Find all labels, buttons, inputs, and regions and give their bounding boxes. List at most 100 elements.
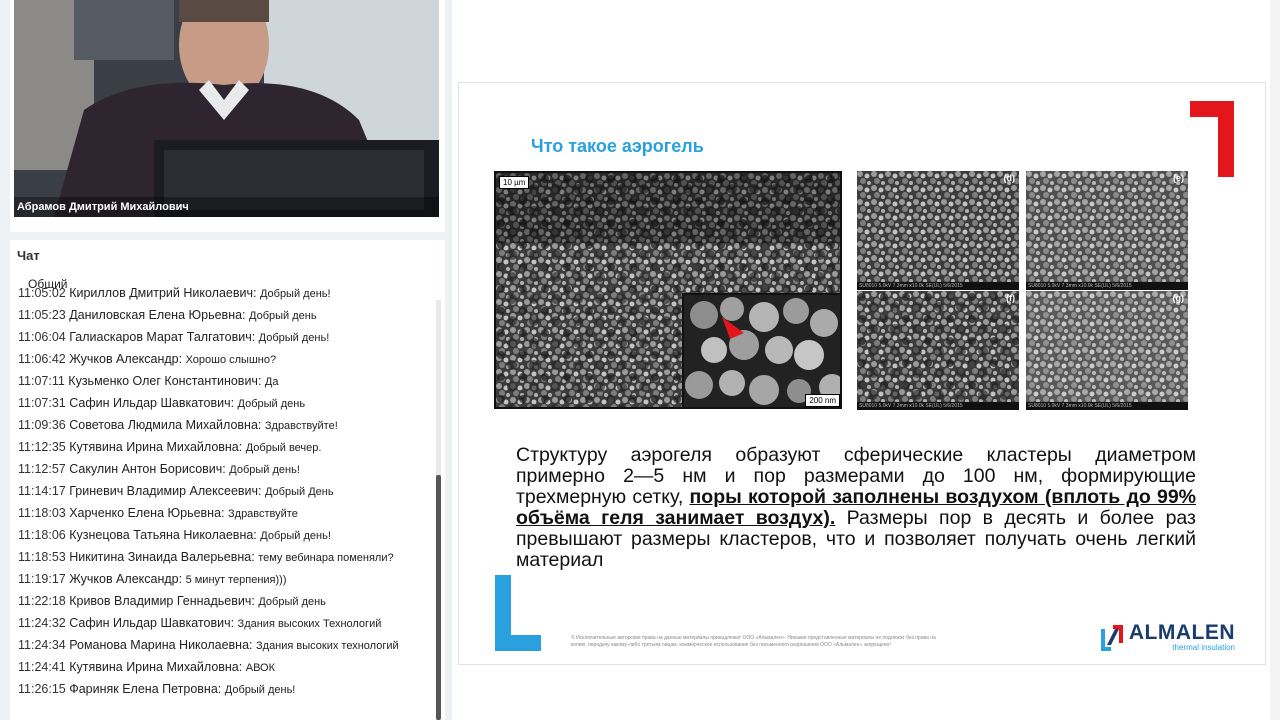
chat-message-author: Советова Людмила Михайловна:	[69, 418, 262, 432]
chat-message-time: 11:07:31	[18, 396, 66, 410]
chat-message-author: Сакулин Антон Борисович:	[69, 462, 226, 476]
red-corner-logo-mark	[1190, 101, 1234, 177]
chat-message: 11:18:03 Харченко Елена Юрьевна: Здравст…	[10, 505, 435, 522]
chat-message-time: 11:18:03	[18, 506, 66, 520]
sem-image-main: 10 µm 200 nm	[494, 171, 842, 409]
copyright-note: © Исключительные авторские права на данн…	[571, 635, 936, 648]
chat-message: 11:24:34 Романова Марина Николаевна: Зда…	[10, 637, 435, 654]
chat-message-author: Сафин Ильдар Шавкатович:	[69, 396, 235, 410]
chat-message: 11:07:11 Кузьменко Олег Константинович: …	[10, 373, 435, 390]
chat-message: 11:24:41 Кутявина Ирина Михайловна: АВОК	[10, 659, 435, 676]
chat-message-text: Здравствуйте!	[264, 420, 338, 432]
chat-message: 11:19:17 Жучков Александр: 5 минут терпе…	[10, 571, 435, 588]
chat-message: 11:07:31 Сафин Ильдар Шавкатович: Добрый…	[10, 395, 435, 412]
chat-message-author: Кутявина Ирина Михайловна:	[69, 660, 243, 674]
chat-message-text: Добрый день!	[258, 332, 330, 344]
presenter-video-frame	[14, 0, 439, 217]
chat-message-author: Сафин Ильдар Шавкатович:	[69, 616, 235, 630]
chat-message-text: Добрый День	[264, 486, 334, 498]
chat-message: 11:18:06 Кузнецова Татьяна Николаевна: Д…	[10, 527, 435, 544]
chat-message: 11:26:15 Фариняк Елена Петровна: Добрый …	[10, 681, 435, 698]
sem-scale-inset: 200 nm	[805, 394, 840, 407]
chat-message-text: Добрый день!	[259, 288, 331, 300]
chat-message-text: Добрый день	[237, 398, 306, 410]
chat-message-time: 11:24:32	[18, 616, 66, 630]
page-scrollbar[interactable]	[1270, 0, 1280, 720]
presentation-slide: Что такое аэрогель 10 µm 200 nm (d) SU80…	[458, 82, 1266, 665]
chat-message-author: Кириллов Дмитрий Николаевич:	[69, 286, 257, 300]
chat-message-text: Добрый день	[249, 310, 317, 322]
chat-panel: Чат Общий 11:05:02 Кириллов Дмитрий Нико…	[10, 240, 445, 720]
chat-message-time: 11:05:02	[18, 286, 66, 300]
chat-message-text: 5 минут терпения)))	[185, 574, 287, 586]
chat-message-text: Добрый день!	[224, 684, 296, 696]
chat-message-author: Галиаскаров Марат Талгатович:	[69, 330, 256, 344]
chat-message-time: 11:07:11	[18, 374, 65, 388]
chat-message-author: Кузьменко Олег Константинович:	[68, 374, 262, 388]
panel-e-footer: SU8010 5.0kV 7.3mm x10.0k SE(UL) 5/6/201…	[1026, 282, 1188, 290]
chat-message-text: Добрый день	[258, 596, 326, 608]
presenter-video[interactable]: Абрамов Дмитрий Михайлович	[14, 0, 439, 217]
sem-panel-g: (g) SU8010 5.0kV 7.3mm x10.0k SE(UL) 5/6…	[1026, 291, 1188, 410]
chat-message-author: Жучков Александр:	[69, 352, 183, 366]
chat-message: 11:06:04 Галиаскаров Марат Талгатович: Д…	[10, 329, 435, 346]
chat-scrollbar-thumb[interactable]	[436, 475, 441, 720]
panel-label-e: (e)	[1173, 173, 1184, 183]
blue-corner-logo-mark	[495, 575, 541, 651]
chat-message: 11:05:02 Кириллов Дмитрий Николаевич: До…	[10, 285, 435, 302]
chat-message-text: Здравствуйте	[228, 508, 298, 520]
chat-message-time: 11:06:04	[18, 330, 66, 344]
chat-message: 11:12:35 Кутявина Ирина Михайловна: Добр…	[10, 439, 435, 456]
logo-text: ALMALEN	[1128, 621, 1235, 644]
panel-d-footer: SU8010 5.0kV 7.3mm x10.0k SE(UL) 5/6/201…	[857, 282, 1019, 290]
slide-body-text: Структуру аэрогеля образуют сферические …	[516, 445, 1196, 571]
chat-message-time: 11:22:18	[18, 594, 66, 608]
chat-message-time: 11:06:42	[18, 352, 66, 366]
chat-message: 11:09:36 Советова Людмила Михайловна: Зд…	[10, 417, 435, 434]
sem-inset-spheres	[684, 295, 840, 407]
chat-message: 11:05:23 Даниловская Елена Юрьевна: Добр…	[10, 307, 435, 324]
chat-message-time: 11:12:35	[18, 440, 66, 454]
sem-panel-d: (d) SU8010 5.0kV 7.3mm x10.0k SE(UL) 5/6…	[857, 171, 1019, 290]
almalen-logo: ALMALEN thermal insulation	[1099, 621, 1235, 652]
left-panel: Абрамов Дмитрий Михайлович Чат Общий 11:…	[0, 0, 452, 720]
chat-message-text: Добрый день!	[229, 464, 300, 476]
chat-message-time: 11:24:41	[18, 660, 66, 674]
chat-message-time: 11:18:06	[18, 528, 66, 542]
chat-message-author: Харченко Елена Юрьевна:	[69, 506, 225, 520]
panel-f-footer: SU8010 5.0kV 7.3mm x10.0k SE(UL) 5/6/201…	[857, 402, 1019, 410]
presentation-area: Что такое аэрогель 10 µm 200 nm (d) SU80…	[452, 0, 1280, 720]
sem-scale-main: 10 µm	[499, 176, 530, 189]
sem-panel-d-texture	[857, 171, 1019, 290]
chat-message-author: Романова Марина Николаевна:	[69, 638, 253, 652]
chat-message-text: Добрый вечер.	[245, 442, 322, 454]
chat-message-time: 11:05:23	[18, 308, 66, 322]
chat-title: Чат	[17, 248, 40, 263]
chat-message-time: 11:18:53	[18, 550, 66, 564]
chat-message-text: Да	[264, 376, 279, 388]
sem-panel-f: (f) SU8010 5.0kV 7.3mm x10.0k SE(UL) 5/6…	[857, 291, 1019, 410]
chat-message-author: Кривов Владимир Геннадьевич:	[69, 594, 255, 608]
chat-message-time: 11:14:17	[18, 484, 66, 498]
chat-message-time: 11:26:15	[18, 682, 66, 696]
chat-message-list[interactable]: 11:05:02 Кириллов Дмитрий Николаевич: До…	[10, 285, 435, 712]
sem-image-inset: 200 nm	[682, 293, 840, 407]
chat-message: 11:22:18 Кривов Владимир Геннадьевич: До…	[10, 593, 435, 610]
sem-panel-e: (e) SU8010 5.0kV 7.3mm x10.0k SE(UL) 5/6…	[1026, 171, 1188, 290]
chat-message-author: Жучков Александр:	[69, 572, 183, 586]
chat-scrollbar[interactable]	[436, 300, 441, 720]
chat-message-author: Кузнецова Татьяна Николаевна:	[69, 528, 257, 542]
video-card: Абрамов Дмитрий Михайлович	[10, 0, 445, 232]
almalen-logo-icon	[1100, 624, 1123, 651]
slide-title: Что такое аэрогель	[531, 136, 704, 156]
chat-message: 11:18:53 Никитина Зинаида Валерьевна: те…	[10, 549, 435, 566]
chat-message-text: Здания высоких технологий	[256, 640, 399, 652]
chat-message-text: Добрый день!	[260, 530, 331, 542]
chat-message-author: Кутявина Ирина Михайловна:	[69, 440, 243, 454]
sem-panel-f-texture	[857, 291, 1019, 410]
chat-message-author: Гриневич Владимир Алексеевич:	[69, 484, 262, 498]
chat-message-text: Здания высоких Технологий	[237, 618, 382, 630]
chat-message-time: 11:19:17	[18, 572, 66, 586]
chat-message-author: Никитина Зинаида Валерьевна:	[69, 550, 255, 564]
chat-message-text: Хорошо слышно?	[185, 354, 277, 366]
